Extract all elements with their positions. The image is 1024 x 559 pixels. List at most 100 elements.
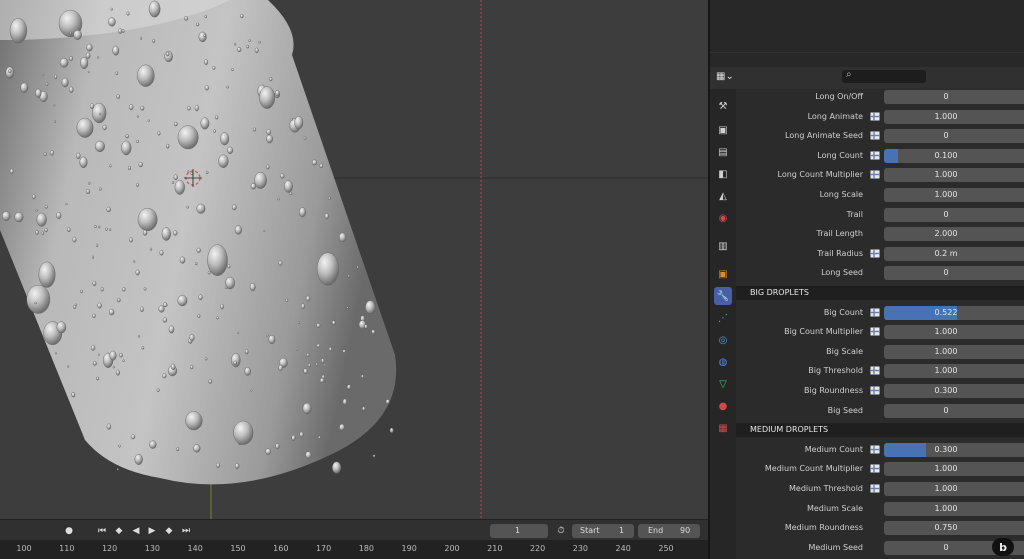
property-value-field[interactable]: 1.000	[884, 188, 1024, 202]
property-value-field[interactable]: 0	[884, 266, 1024, 281]
keyframe-toggle-icon[interactable]	[870, 386, 880, 395]
property-value: 1.000	[934, 111, 958, 121]
keyframe-toggle-icon[interactable]	[870, 307, 880, 317]
section-header[interactable]: BIG DROPLETS	[736, 286, 1024, 300]
frame-tick-label: 240	[615, 544, 631, 553]
property-value: 0.750	[934, 523, 958, 533]
property-value-field[interactable]: 1.000	[884, 344, 1024, 359]
modifier-tab[interactable]: 🔧	[714, 287, 732, 305]
property-label: Long Count	[817, 150, 863, 160]
property-value-field[interactable]: 0.2 m	[884, 246, 1024, 261]
frame-tick-label: 170	[315, 544, 332, 553]
render-tab[interactable]: ▣	[714, 121, 732, 139]
property-value-field[interactable]: 1.000	[884, 364, 1024, 379]
property-row: Big Threshold 1.000	[736, 361, 1024, 381]
current-frame-value: 1	[515, 526, 521, 535]
keyframe-toggle-icon[interactable]	[870, 170, 880, 180]
material-tab[interactable]: ●	[714, 397, 732, 415]
collection-tab[interactable]: ▥	[714, 237, 732, 255]
property-label: Big Seed	[827, 405, 863, 415]
property-row: Trail 0	[736, 205, 1024, 225]
property-label: Long Seed	[821, 268, 863, 278]
property-value-field[interactable]: 1.000	[884, 462, 1024, 477]
end-frame-field[interactable]: End 90	[638, 524, 700, 538]
property-value: 0.300	[934, 386, 958, 395]
property-value-field[interactable]: 1.000	[884, 501, 1024, 516]
property-value-field[interactable]: 1.000	[884, 109, 1024, 124]
properties-header: ▦⌄ ⌕	[710, 67, 1024, 90]
property-row: Big Scale 1.000	[736, 342, 1024, 362]
keyframe-toggle-icon[interactable]	[870, 366, 880, 376]
stopwatch-icon[interactable]: ⏱	[554, 525, 568, 537]
property-label: Big Roundness	[804, 386, 863, 395]
property-value-field[interactable]: 0.100	[884, 148, 1024, 163]
keyframe-toggle-icon[interactable]	[870, 484, 880, 493]
start-frame-field[interactable]: Start 1	[572, 524, 634, 538]
property-value: 0	[943, 268, 949, 278]
prev-keyframe-icon[interactable]: ◆	[112, 525, 126, 537]
constraints-tab[interactable]: ◍	[714, 353, 732, 371]
physics-tab[interactable]: ◎	[714, 331, 732, 349]
frame-tick-label: 110	[59, 544, 75, 553]
record-icon[interactable]: ●	[62, 525, 76, 537]
property-value: 2.000	[934, 229, 958, 239]
keyframe-toggle-icon[interactable]	[870, 444, 880, 454]
current-frame-field[interactable]: 1	[490, 524, 548, 538]
property-value-field[interactable]: 1.000	[884, 325, 1024, 340]
property-value-field[interactable]: 1.000	[884, 168, 1024, 183]
property-label: Long Count Multiplier	[777, 170, 864, 180]
property-value-field[interactable]: 0	[884, 90, 1024, 104]
property-value-field[interactable]: 0	[884, 207, 1024, 222]
frame-tick-label: 180	[358, 544, 375, 553]
property-value-field[interactable]: 2.000	[884, 227, 1024, 242]
properties-editor-icon[interactable]: ▦⌄	[716, 71, 742, 85]
scene-tab[interactable]: ◭	[714, 187, 732, 205]
3d-viewport[interactable]	[0, 0, 708, 519]
property-row: Big Count Multiplier 1.000	[736, 322, 1024, 342]
frame-tick-label: 210	[487, 544, 503, 553]
keyframe-toggle-icon[interactable]	[870, 464, 880, 474]
view-layer-tab[interactable]: ◧	[714, 165, 732, 183]
properties-search-input[interactable]: ⌕	[842, 69, 926, 83]
property-label: Medium Threshold	[789, 484, 863, 493]
particles-tab[interactable]: ⋰	[714, 309, 732, 327]
tool-tab[interactable]: ⚒	[714, 97, 732, 115]
property-label: Trail Radius	[817, 248, 863, 258]
next-keyframe-icon[interactable]: ◆	[162, 525, 176, 537]
frame-tick-label: 130	[144, 544, 161, 553]
texture-tab[interactable]: ▦	[714, 419, 732, 437]
end-value: 90	[680, 526, 691, 535]
timeline-ruler[interactable]: 100 110 120 130 140 150 160 170 180 190 200 210 220 2…	[0, 540, 708, 559]
keyframe-toggle-icon[interactable]	[870, 150, 880, 160]
data-tab[interactable]: ▽	[714, 375, 732, 393]
property-value-field[interactable]: 1.000	[884, 482, 1024, 496]
property-row: Medium Seed 0	[736, 538, 1024, 558]
start-value: 1	[619, 526, 625, 535]
output-tab[interactable]: ▤	[714, 143, 732, 161]
property-value-field[interactable]: 0.300	[884, 442, 1024, 457]
property-label: Big Count Multiplier	[784, 327, 863, 337]
play-reverse-icon[interactable]: ◀	[130, 525, 142, 537]
keyframe-toggle-icon[interactable]	[870, 248, 880, 258]
property-value: 1.000	[934, 464, 958, 474]
jump-start-icon[interactable]: ⏮	[96, 525, 108, 537]
play-icon[interactable]: ▶	[146, 525, 158, 537]
property-value-field[interactable]: 0	[884, 403, 1024, 418]
property-value-field[interactable]: 0	[884, 129, 1024, 144]
property-row: Big Seed 0	[736, 401, 1024, 421]
property-label: Long Animate	[807, 111, 863, 121]
keyframe-toggle-icon[interactable]	[870, 111, 880, 121]
property-value-field[interactable]: 0.750	[884, 521, 1024, 536]
object-tab[interactable]: ▣	[714, 265, 732, 283]
keyframe-toggle-icon[interactable]	[870, 131, 880, 141]
cylinder-body	[0, 0, 397, 485]
keyframe-toggle-icon[interactable]	[870, 327, 880, 337]
section-header[interactable]: MEDIUM DROPLETS	[736, 423, 1024, 438]
property-value-field[interactable]: 0.300	[884, 384, 1024, 398]
frame-tick-label: 200	[444, 544, 460, 553]
watermark-logo-icon: b	[992, 538, 1014, 556]
world-tab[interactable]: ◉	[714, 209, 732, 227]
property-value: 1.000	[934, 327, 958, 337]
property-value-field[interactable]: 0.522	[884, 305, 1024, 320]
jump-end-icon[interactable]: ⏭	[180, 525, 192, 537]
